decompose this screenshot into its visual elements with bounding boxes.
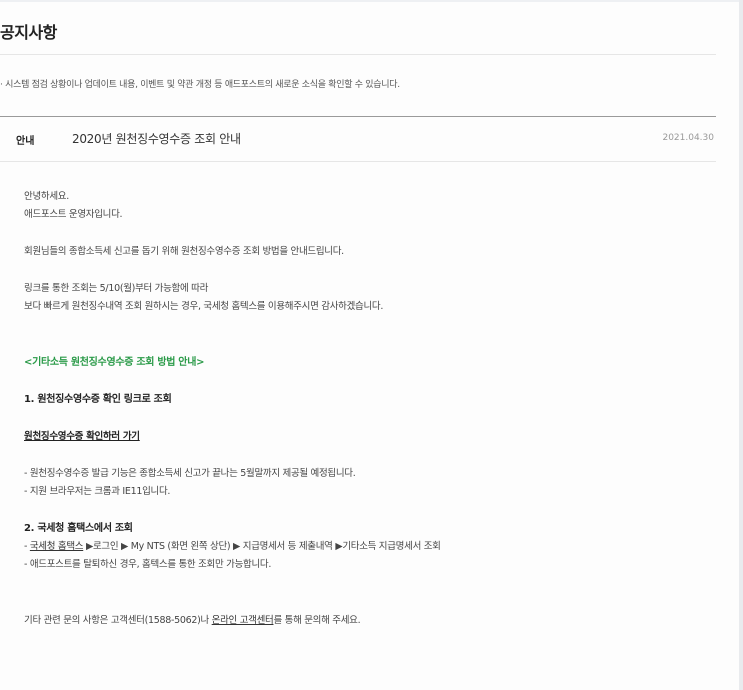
section-heading: <기타소득 원천징수영수증 조회 방법 안내> — [24, 357, 205, 368]
page-description: · 시스템 점검 상황이나 업데이트 내용, 이벤트 및 약관 개정 등 애드포… — [0, 80, 400, 90]
step-1-note-browser: - 지원 브라우저는 크롬과 IE11입니다. — [24, 486, 171, 497]
notice-body: 안녕하세요. 애드포스트 운영자입니다. 회원님들의 종합소득세 신고를 돕기 … — [24, 188, 714, 630]
hometax-recommend-line: 보다 빠르게 원천징수내역 조회 원하시는 경우, 국세청 홈텍스를 이용해주시… — [24, 301, 384, 312]
title-divider — [0, 54, 716, 55]
hometax-link[interactable]: 국세청 홈택스 — [30, 541, 84, 552]
step-2-heading: 2. 국세청 홈택스에서 조회 — [24, 523, 133, 534]
notice-date: 2021.04.30 — [662, 133, 714, 143]
greeting-line: 안녕하세요. — [24, 191, 69, 202]
closing-pre: 기타 관련 문의 사항은 고객센터(1588-5062)나 — [24, 615, 212, 626]
online-support-link[interactable]: 온라인 고객센터 — [212, 615, 274, 626]
notice-header-row[interactable]: 안내 2020년 원천징수영수증 조회 안내 2021.04.30 — [0, 117, 716, 162]
step-2-note: - 애드포스트를 탈퇴하신 경우, 홈텍스를 통한 조회만 가능합니다. — [24, 559, 272, 570]
intro-paragraph: 회원님들의 종합소득세 신고를 돕기 위해 원천징수영수증 조회 방법을 안내드… — [24, 246, 344, 257]
step-1-note-period: - 원천징수영수증 발급 기능은 종합소득세 신고가 끝나는 5월말까지 제공될… — [24, 468, 356, 479]
closing-line: 기타 관련 문의 사항은 고객센터(1588-5062)나 온라인 고객센터를 … — [24, 612, 714, 630]
availability-line: 링크를 통한 조회는 5/10(월)부터 가능함에 따라 — [24, 283, 209, 294]
scroll-track[interactable] — [739, 0, 743, 690]
notice-title[interactable]: 2020년 원천징수영수증 조회 안내 — [72, 130, 241, 147]
receipt-check-link[interactable]: 원천징수영수증 확인하러 가기 — [24, 431, 140, 442]
step-1-heading: 1. 원천징수영수증 확인 링크로 조회 — [24, 394, 172, 405]
top-border — [0, 0, 743, 2]
notice-category: 안내 — [16, 136, 35, 147]
page-title: 공지사항 — [0, 23, 57, 42]
step-2-path: ▶로그인 ▶ My NTS (화면 왼쪽 상단) ▶ 지급명세서 등 제출내역 … — [83, 541, 441, 552]
closing-post: 를 통해 문의해 주세요. — [273, 615, 361, 626]
operator-line: 애드포스트 운영자입니다. — [24, 209, 123, 220]
step-2-path-line: - 국세청 홈택스 ▶로그인 ▶ My NTS (화면 왼쪽 상단) ▶ 지급명… — [24, 538, 714, 556]
